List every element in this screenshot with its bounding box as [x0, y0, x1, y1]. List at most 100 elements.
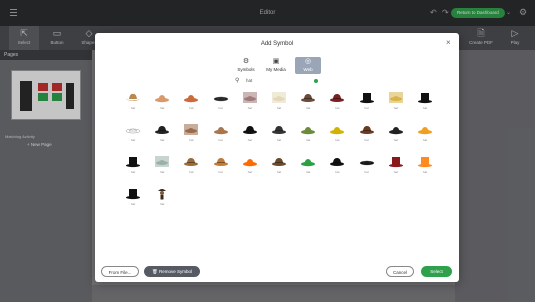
symbol-label: hat	[130, 170, 136, 174]
symbol-tile[interactable]: hat	[209, 121, 233, 147]
symbol-label: hat	[276, 106, 282, 110]
hat-icon	[242, 123, 258, 136]
symbol-label: hat	[306, 170, 311, 174]
gear-icon: ⚙	[242, 58, 250, 65]
symbol-tile[interactable]: hat	[238, 89, 262, 115]
symbol-tile[interactable]: hat	[413, 89, 437, 115]
symbol-tile[interactable]: hat	[150, 89, 174, 115]
symbol-tile[interactable]: hat	[209, 153, 233, 179]
symbol-label: hat	[130, 138, 136, 142]
symbol-label: hat	[335, 106, 340, 110]
symbol-tile[interactable]: hat	[325, 153, 349, 179]
symbol-search[interactable]: ⚲ hat	[235, 77, 319, 86]
symbol-tile[interactable]: hat	[413, 153, 437, 179]
tab-my-media[interactable]: ▣ My Media	[263, 57, 289, 74]
symbol-tile[interactable]: hat	[238, 121, 262, 147]
symbol-tile[interactable]: hat	[150, 153, 174, 179]
hat-icon	[154, 187, 170, 200]
symbol-tile[interactable]: hat	[121, 153, 145, 179]
hat-icon	[213, 123, 229, 136]
close-icon[interactable]: ×	[446, 38, 451, 47]
hat-icon	[125, 155, 141, 168]
remove-symbol-button[interactable]: 🗑 Remove Symbol	[144, 266, 200, 277]
symbol-tile[interactable]: hat	[238, 153, 262, 179]
symbol-tile[interactable]: hat	[179, 153, 203, 179]
hat-icon	[242, 91, 258, 104]
symbol-label: hat	[160, 106, 165, 110]
symbol-tile[interactable]: hat	[121, 185, 145, 211]
symbol-label: hat	[276, 170, 282, 174]
symbol-label: hat	[189, 138, 194, 142]
symbol-tile[interactable]: hat	[384, 121, 408, 147]
symbol-tile[interactable]: hat	[179, 89, 203, 115]
hat-icon	[388, 155, 404, 168]
cancel-button[interactable]: Cancel	[386, 266, 414, 277]
symbol-tile[interactable]: hat	[150, 185, 174, 211]
symbol-label: hat	[422, 170, 428, 174]
symbol-tile[interactable]: hat	[121, 121, 145, 147]
symbol-tile[interactable]: hat	[121, 89, 145, 115]
symbol-label: hat	[306, 138, 311, 142]
search-status-dot	[314, 79, 318, 83]
symbol-tile[interactable]: hat	[267, 153, 291, 179]
symbol-tile[interactable]: hat	[355, 153, 379, 179]
hat-icon	[154, 155, 170, 168]
symbol-label: hat	[218, 138, 223, 142]
symbol-tile[interactable]: hat	[296, 153, 320, 179]
from-file-button[interactable]: From File...	[101, 266, 139, 277]
select-button[interactable]: Select	[421, 266, 452, 277]
symbol-tile[interactable]: hat	[325, 89, 349, 115]
add-symbol-dialog: Add Symbol × ⚙ Symbols ▣ My Media ◎ Web …	[95, 33, 459, 282]
tab-web[interactable]: ◎ Web	[295, 57, 321, 74]
symbol-label: hat	[276, 138, 282, 142]
image-icon: ▣	[272, 58, 280, 65]
hat-icon	[125, 123, 141, 136]
tab-symbols-label: Symbols	[237, 67, 255, 72]
hat-icon	[271, 155, 287, 168]
symbol-tile[interactable]: hat	[150, 121, 174, 147]
symbol-tile[interactable]: hat	[296, 121, 320, 147]
symbol-label: hat	[130, 106, 136, 110]
symbol-label: hat	[306, 106, 311, 110]
hat-icon	[213, 155, 229, 168]
hat-icon	[329, 155, 345, 168]
hat-icon	[271, 91, 287, 104]
hat-icon	[183, 91, 199, 104]
symbol-label: hat	[335, 170, 340, 174]
symbol-tile[interactable]: hat	[355, 121, 379, 147]
hat-icon	[271, 123, 287, 136]
symbol-tile[interactable]: hat	[267, 89, 291, 115]
symbol-label: hat	[189, 170, 194, 174]
symbol-tile[interactable]: hat	[267, 121, 291, 147]
hat-icon	[329, 91, 345, 104]
symbol-tile[interactable]: hat	[325, 121, 349, 147]
symbol-tile[interactable]: hat	[413, 121, 437, 147]
symbol-tile[interactable]: hat	[384, 89, 408, 115]
symbol-tile[interactable]: hat	[209, 89, 233, 115]
hat-icon	[300, 155, 316, 168]
symbol-label: hat	[218, 106, 223, 110]
search-input[interactable]: hat	[246, 78, 252, 83]
hat-icon	[242, 155, 258, 168]
symbol-label: hat	[364, 106, 369, 110]
hat-icon	[417, 155, 433, 168]
symbol-label: hat	[393, 170, 398, 174]
hat-icon	[154, 123, 170, 136]
symbol-label: hat	[247, 138, 252, 142]
search-icon: ⚲	[235, 78, 240, 84]
symbol-tile[interactable]: hat	[384, 153, 408, 179]
symbol-label: hat	[422, 138, 428, 142]
symbol-label: hat	[364, 138, 369, 142]
symbol-label: hat	[160, 202, 165, 206]
symbol-tile[interactable]: hat	[296, 89, 320, 115]
symbol-label: hat	[130, 202, 136, 206]
symbol-tile[interactable]: hat	[355, 89, 379, 115]
symbol-label: hat	[160, 170, 165, 174]
symbol-label: hat	[189, 106, 194, 110]
hat-icon	[329, 123, 345, 136]
symbol-label: hat	[247, 170, 252, 174]
hat-icon	[125, 91, 141, 104]
tab-symbols[interactable]: ⚙ Symbols	[233, 57, 259, 74]
symbol-tile[interactable]: hat	[179, 121, 203, 147]
hat-icon	[359, 155, 375, 168]
